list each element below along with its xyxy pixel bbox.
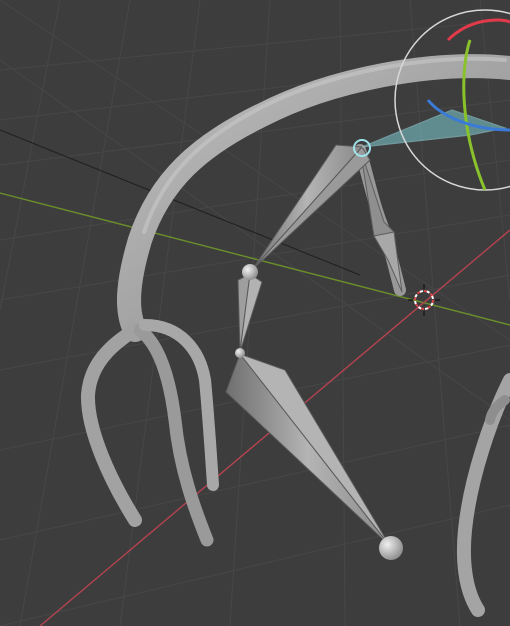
bone-joint-lower[interactable]	[235, 348, 245, 358]
bone-joint-tip[interactable]	[379, 536, 403, 560]
viewport-canvas[interactable]	[0, 0, 510, 626]
bone-joint-middle[interactable]	[242, 264, 258, 280]
viewport-background	[0, 0, 510, 626]
3d-viewport[interactable]	[0, 0, 510, 626]
